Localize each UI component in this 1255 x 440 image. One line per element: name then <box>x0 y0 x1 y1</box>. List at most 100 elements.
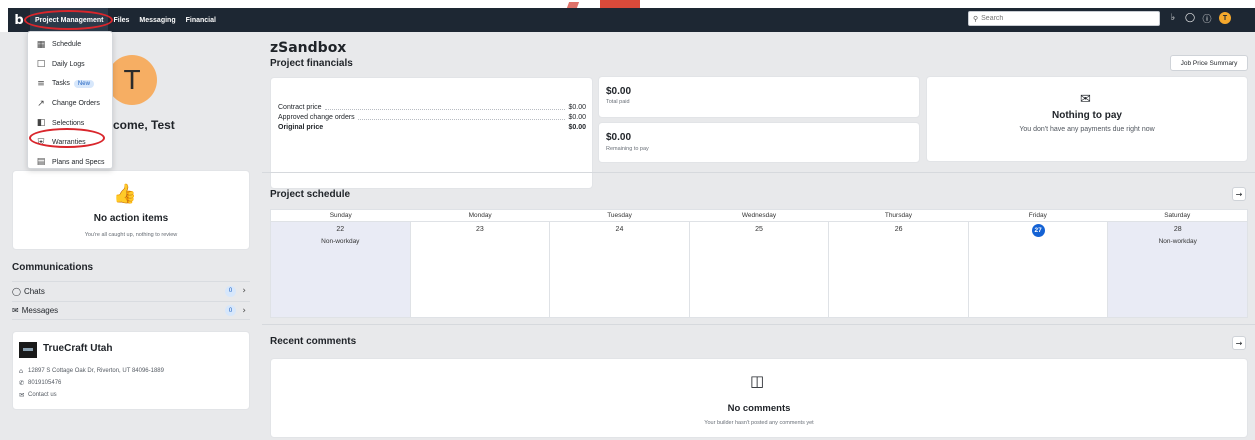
tasks-icon: ≡ <box>37 78 45 89</box>
search-box[interactable]: ⚲ <box>968 11 1160 26</box>
company-address: ⌂ 12897 S Cottage Oak Dr, Riverton, UT 8… <box>19 367 164 375</box>
brand-logo[interactable]: b <box>8 8 30 32</box>
background-decoration <box>600 0 640 8</box>
nothing-to-pay-title: Nothing to pay <box>1052 110 1122 121</box>
date-number: 23 <box>475 226 484 233</box>
chats-label: Chats <box>23 286 45 296</box>
job-price-summary-button[interactable]: Job Price Summary <box>1170 55 1248 71</box>
nothing-to-pay-subtitle: You don't have any payments due right no… <box>1019 126 1155 133</box>
avatar: T <box>107 55 157 105</box>
contract-price-row: Contract price $0.00 <box>278 104 586 111</box>
menu-item-label: Daily Logs <box>52 60 85 68</box>
menu-item-change-orders[interactable]: ↗ Change Orders <box>28 94 112 114</box>
schedule-heading: Project schedule <box>270 189 351 200</box>
messages-count-badge: 0 <box>225 305 236 316</box>
plans-icon: ▤ <box>36 157 46 168</box>
phone-icon: ✆ <box>19 379 25 387</box>
bell-icon[interactable]: ♭ <box>1168 13 1178 23</box>
action-items-title: No action items <box>93 213 169 224</box>
chats-count-badge: 0 <box>225 285 236 297</box>
mail-icon: ✉ <box>12 306 19 315</box>
search-input[interactable] <box>981 15 1142 22</box>
messages-label: Messages <box>21 306 59 315</box>
payment-envelope-icon: ✉ <box>1080 92 1091 107</box>
change-orders-value: $0.00 <box>568 114 586 121</box>
leader-dots <box>324 105 566 110</box>
menu-item-tasks[interactable]: ≡ Tasks New <box>28 74 112 94</box>
user-avatar[interactable]: T <box>1219 12 1231 24</box>
new-badge: New <box>73 79 94 88</box>
comment-bubble-icon: ◫ <box>750 372 765 390</box>
address-text: 12897 S Cottage Oak Dr, Riverton, UT 840… <box>28 368 164 374</box>
menu-item-label: Change Orders <box>52 100 100 108</box>
total-paid-card <box>598 76 920 118</box>
chevron-right-icon: › <box>242 305 246 316</box>
no-comments-title: No comments <box>727 403 791 414</box>
total-paid-amount: $0.00 <box>606 86 632 97</box>
chat-icon[interactable]: ◯ <box>1185 13 1195 23</box>
calendar-day-cell[interactable]: 27 <box>969 222 1109 317</box>
date-number: 24 <box>615 226 624 233</box>
calendar-day-cell[interactable]: 26 <box>829 222 969 317</box>
menu-item-selections[interactable]: ◧ Selections <box>28 113 112 133</box>
search-icon: ⚲ <box>973 15 979 23</box>
day-header: Tuesday <box>607 212 632 219</box>
day-header: Wednesday <box>741 212 777 219</box>
today-date-number: 27 <box>1031 224 1045 237</box>
nav-financial[interactable]: Financial <box>181 8 221 32</box>
recent-comments-heading: Recent comments <box>270 336 357 347</box>
day-header: Friday <box>1028 212 1047 219</box>
menu-item-schedule[interactable]: ▦ Schedule <box>28 35 112 55</box>
no-comments-subtitle: Your builder hasn't posted any comments … <box>704 420 814 426</box>
contact-text[interactable]: Contact us <box>28 392 57 398</box>
non-workday-label: Non-workday <box>321 238 360 245</box>
menu-item-warranties[interactable]: ⛨ Warranties <box>28 133 112 153</box>
section-divider <box>262 172 1255 173</box>
calendar-header: Sunday Monday Tuesday Wednesday Thursday… <box>271 210 1247 222</box>
company-name: TrueCraft Utah <box>43 343 113 354</box>
phone-text: 8019105476 <box>28 380 62 386</box>
section-divider <box>262 324 1255 325</box>
menu-item-daily-logs[interactable]: □ Daily Logs <box>28 55 112 75</box>
remaining-label: Remaining to pay <box>606 146 649 152</box>
communications-heading: Communications <box>12 262 94 273</box>
calendar-body: 22 Non-workday 23 24 25 26 27 28 Non-wor… <box>271 222 1248 317</box>
date-number: 22 <box>336 226 345 233</box>
calendar-day-cell[interactable]: 22 Non-workday <box>271 222 411 317</box>
original-price-row: Original price $0.00 <box>278 124 586 131</box>
calendar-day-cell[interactable]: 24 <box>550 222 690 317</box>
original-price-label: Original price <box>278 124 324 131</box>
calendar-day-cell[interactable]: 23 <box>411 222 551 317</box>
company-phone: ✆ 8019105476 <box>19 379 61 387</box>
chats-row[interactable]: ◯ Chats 0 › <box>12 281 250 300</box>
remaining-card <box>598 122 920 163</box>
day-header: Saturday <box>1164 212 1191 219</box>
shield-icon: ⛨ <box>37 137 45 148</box>
menu-item-label: Schedule <box>52 41 82 49</box>
original-price-value: $0.00 <box>568 124 586 131</box>
schedule-arrow-button[interactable]: → <box>1232 187 1246 201</box>
change-order-icon: ↗ <box>37 98 45 109</box>
calendar-day-cell[interactable]: 28 Non-workday <box>1108 222 1248 317</box>
menu-item-label: Warranties <box>52 139 86 147</box>
project-management-menu: ▦ Schedule □ Daily Logs ≡ Tasks New ↗ Ch… <box>27 31 113 169</box>
nav-files[interactable]: Files <box>108 8 134 32</box>
company-logo <box>19 342 37 358</box>
help-icon[interactable]: ⓘ <box>1202 13 1212 25</box>
comments-arrow-button[interactable]: → <box>1232 336 1246 350</box>
nav-project-management[interactable]: Project Management <box>30 8 109 32</box>
nav-icons: ♭ ◯ ⓘ T <box>1168 12 1231 25</box>
date-number: 28 <box>1173 226 1182 233</box>
menu-item-plans-and-specs[interactable]: ▤ Plans and Specs <box>28 153 112 173</box>
contact-us-link[interactable]: ✉ Contact us <box>19 391 57 399</box>
day-header: Monday <box>468 212 492 219</box>
calendar-day-cell[interactable]: 25 <box>690 222 830 317</box>
selections-icon: ◧ <box>36 118 46 129</box>
messages-row[interactable]: ✉ Messages 0 › <box>12 301 250 320</box>
menu-item-label: Plans and Specs <box>52 158 105 166</box>
chevron-right-icon: › <box>242 286 246 296</box>
thumbs-up-icon: 👍 <box>113 183 137 205</box>
nav-messaging[interactable]: Messaging <box>134 8 180 32</box>
chat-icon: ◯ <box>12 286 21 296</box>
leader-dots <box>357 115 566 120</box>
